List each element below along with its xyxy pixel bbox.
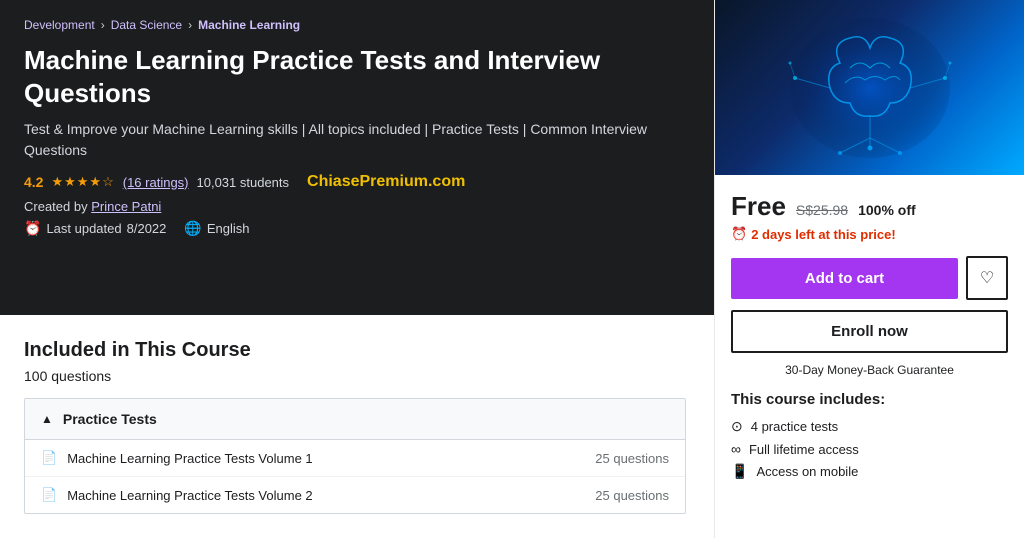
course-subtitle: Test & Improve your Machine Learning ski… <box>24 119 690 161</box>
chevron-up-icon: ▲ <box>41 412 53 426</box>
course-image <box>715 0 1024 175</box>
course-title: Machine Learning Practice Tests and Inte… <box>24 44 690 109</box>
alarm-icon: ⏰ <box>731 226 747 242</box>
breadcrumb: Development › Data Science › Machine Lea… <box>24 18 690 32</box>
course-section: ▲ Practice Tests 📄 Machine Learning Prac… <box>24 398 686 514</box>
heart-icon: ♡ <box>980 268 994 288</box>
enroll-now-button[interactable]: Enroll now <box>731 310 1008 353</box>
star-icons: ★★★★☆ <box>51 174 114 190</box>
students-count: 10,031 students <box>197 175 290 190</box>
main-content: Included in This Course 100 questions ▲ … <box>0 315 710 538</box>
list-item: ⊙ 4 practice tests <box>731 418 1008 435</box>
breadcrumb-data-science[interactable]: Data Science <box>111 18 182 32</box>
last-updated-label: Last updated <box>46 221 121 236</box>
breadcrumb-development[interactable]: Development <box>24 18 95 32</box>
includes-list: ⊙ 4 practice tests ∞ Full lifetime acces… <box>731 418 1008 480</box>
lifetime-access-text: Full lifetime access <box>749 442 859 457</box>
language-item: 🌐 English <box>184 220 249 237</box>
last-updated-value: 8/2022 <box>127 221 167 236</box>
questions-count: 100 questions <box>24 368 686 384</box>
creator-row: Created by Prince Patni <box>24 199 690 214</box>
wishlist-button[interactable]: ♡ <box>966 256 1008 300</box>
money-back-text: 30-Day Money-Back Guarantee <box>731 363 1008 377</box>
included-title: Included in This Course <box>24 339 686 362</box>
practice-tests-icon: ⊙ <box>731 418 743 435</box>
brain-svg <box>780 8 960 168</box>
includes-section: This course includes: ⊙ 4 practice tests… <box>731 391 1008 480</box>
section-header[interactable]: ▲ Practice Tests <box>25 399 685 440</box>
ratings-count[interactable]: (16 ratings) <box>123 175 189 190</box>
list-item: ∞ Full lifetime access <box>731 441 1008 457</box>
last-updated-item: ⏰ Last updated 8/2022 <box>24 220 166 237</box>
urgency-text: ⏰ 2 days left at this price! <box>731 226 1008 242</box>
price-row: Free S$25.98 100% off <box>731 191 1008 222</box>
pricing-area: Free S$25.98 100% off ⏰ 2 days left at t… <box>715 175 1024 496</box>
mobile-icon: 📱 <box>731 463 748 480</box>
btn-row: Add to cart ♡ <box>731 256 1008 300</box>
section-name: Practice Tests <box>63 411 157 427</box>
table-row: 📄 Machine Learning Practice Tests Volume… <box>25 440 685 477</box>
list-item: 📱 Access on mobile <box>731 463 1008 480</box>
item-count-1: 25 questions <box>595 451 669 466</box>
free-price: Free <box>731 191 786 222</box>
file-icon-2: 📄 <box>41 487 57 503</box>
original-price: S$25.98 <box>796 202 848 218</box>
discount-badge: 100% off <box>858 202 916 218</box>
item-name-1: Machine Learning Practice Tests Volume 1 <box>67 451 312 466</box>
rating-number: 4.2 <box>24 174 43 190</box>
globe-icon: 🌐 <box>184 220 201 237</box>
lifetime-access-icon: ∞ <box>731 441 741 457</box>
breadcrumb-machine-learning: Machine Learning <box>198 18 300 32</box>
chiase-badge: ChiasePremium.com <box>307 173 465 191</box>
item-count-2: 25 questions <box>595 488 669 503</box>
practice-tests-text: 4 practice tests <box>751 419 838 434</box>
mobile-text: Access on mobile <box>756 464 858 479</box>
meta-row: ⏰ Last updated 8/2022 🌐 English <box>24 220 690 237</box>
clock-icon: ⏰ <box>24 220 41 237</box>
includes-title: This course includes: <box>731 391 1008 408</box>
right-panel: Free S$25.98 100% off ⏰ 2 days left at t… <box>714 0 1024 538</box>
table-row: 📄 Machine Learning Practice Tests Volume… <box>25 477 685 513</box>
add-to-cart-button[interactable]: Add to cart <box>731 258 958 299</box>
language-value: English <box>207 221 250 236</box>
creator-link[interactable]: Prince Patni <box>91 199 161 214</box>
rating-row: 4.2 ★★★★☆ (16 ratings) 10,031 students C… <box>24 173 690 191</box>
item-name-2: Machine Learning Practice Tests Volume 2 <box>67 488 312 503</box>
file-icon: 📄 <box>41 450 57 466</box>
